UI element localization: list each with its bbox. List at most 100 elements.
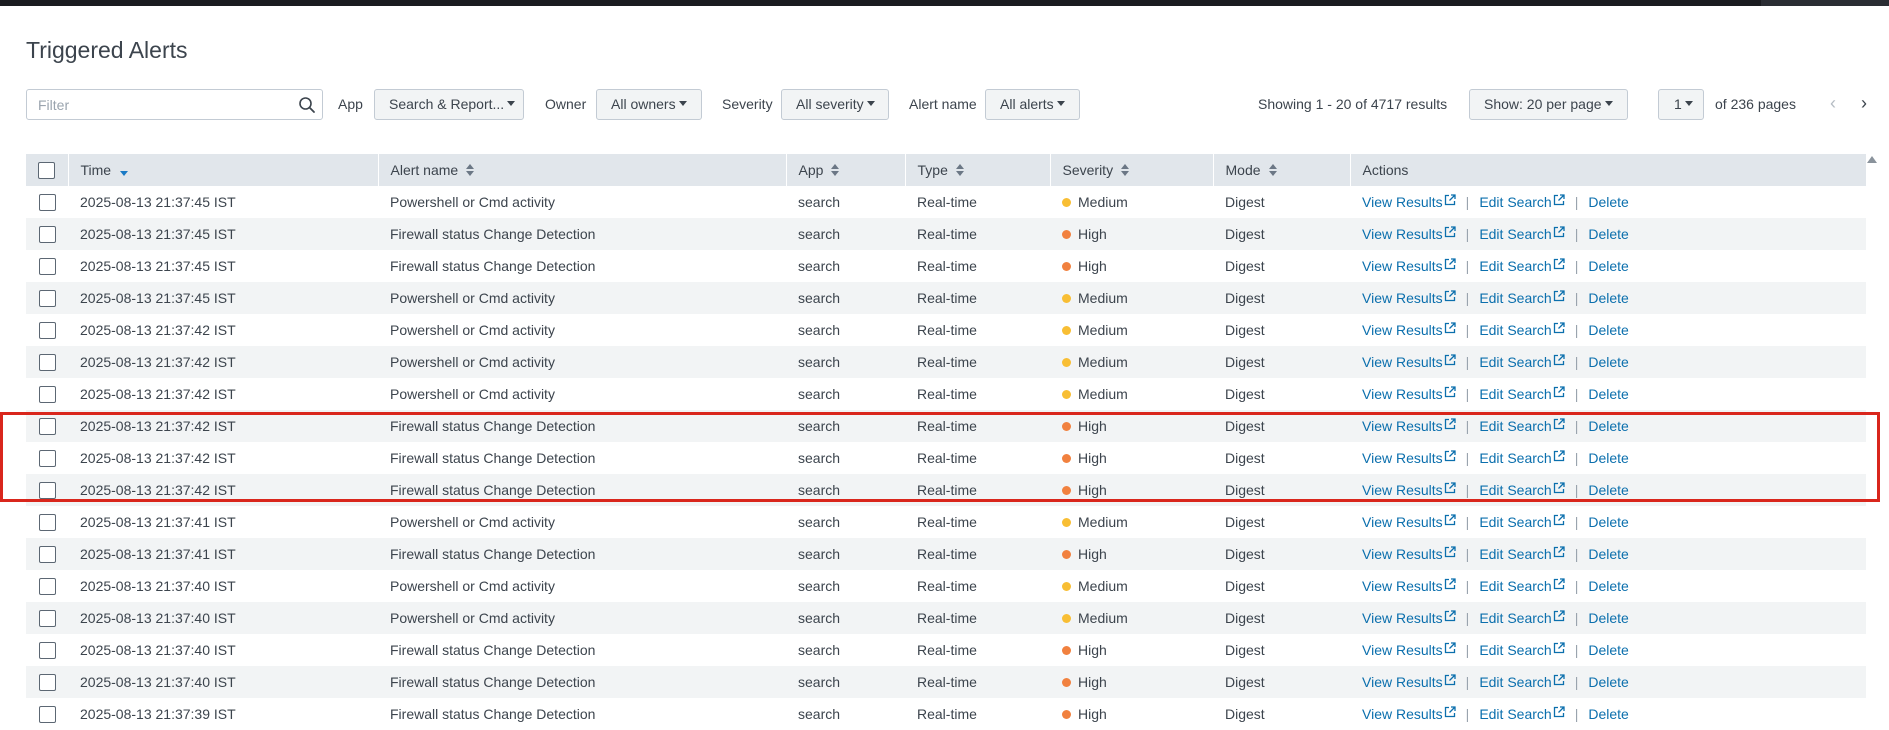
edit-search-link[interactable]: Edit Search — [1479, 450, 1565, 466]
column-header-mode[interactable]: Mode — [1213, 154, 1351, 186]
filter-input[interactable] — [27, 90, 299, 119]
delete-link[interactable]: Delete — [1588, 226, 1628, 242]
view-results-link[interactable]: View Results — [1362, 546, 1456, 562]
next-page-icon[interactable]: › — [1861, 93, 1867, 114]
action-separator: | — [1574, 258, 1579, 274]
delete-link[interactable]: Delete — [1588, 482, 1628, 498]
view-results-label: View Results — [1362, 354, 1443, 370]
select-all-checkbox[interactable] — [38, 161, 56, 179]
app-filter-dropdown[interactable]: Search & Report... — [374, 89, 524, 120]
row-checkbox[interactable] — [38, 193, 56, 211]
row-checkbox[interactable] — [38, 289, 56, 307]
delete-link[interactable]: Delete — [1588, 674, 1628, 690]
action-separator: | — [1574, 514, 1579, 530]
delete-link[interactable]: Delete — [1588, 642, 1628, 658]
action-separator: | — [1465, 322, 1470, 338]
view-results-label: View Results — [1362, 322, 1443, 338]
delete-link[interactable]: Delete — [1588, 418, 1628, 434]
row-checkbox[interactable] — [38, 449, 56, 467]
delete-link[interactable]: Delete — [1588, 258, 1628, 274]
sort-icon — [955, 164, 964, 177]
per-page-dropdown[interactable]: Show: 20 per page — [1469, 89, 1628, 120]
view-results-link[interactable]: View Results — [1362, 482, 1456, 498]
delete-link[interactable]: Delete — [1588, 194, 1628, 210]
row-checkbox[interactable] — [38, 545, 56, 563]
row-checkbox[interactable] — [38, 385, 56, 403]
actions-cell: View Results | Edit Search | Delete — [1350, 410, 1866, 442]
column-header-time[interactable]: Time — [68, 154, 379, 186]
view-results-link[interactable]: View Results — [1362, 706, 1456, 722]
edit-search-link[interactable]: Edit Search — [1479, 226, 1565, 242]
edit-search-link[interactable]: Edit Search — [1479, 290, 1565, 306]
column-header-type[interactable]: Type — [905, 154, 1051, 186]
column-header-app[interactable]: App — [786, 154, 906, 186]
edit-search-link[interactable]: Edit Search — [1479, 514, 1565, 530]
view-results-link[interactable]: View Results — [1362, 258, 1456, 274]
severity-filter-dropdown[interactable]: All severity — [781, 89, 889, 120]
edit-search-link[interactable]: Edit Search — [1479, 546, 1565, 562]
alert-name-filter-dropdown[interactable]: All alerts — [985, 89, 1080, 120]
view-results-link[interactable]: View Results — [1362, 418, 1456, 434]
view-results-link[interactable]: View Results — [1362, 578, 1456, 594]
row-checkbox[interactable] — [38, 417, 56, 435]
view-results-link[interactable]: View Results — [1362, 226, 1456, 242]
row-checkbox[interactable] — [38, 705, 56, 723]
row-checkbox[interactable] — [38, 513, 56, 531]
delete-link[interactable]: Delete — [1588, 322, 1628, 338]
edit-search-link[interactable]: Edit Search — [1479, 258, 1565, 274]
view-results-link[interactable]: View Results — [1362, 674, 1456, 690]
delete-link[interactable]: Delete — [1588, 706, 1628, 722]
delete-link[interactable]: Delete — [1588, 386, 1628, 402]
view-results-link[interactable]: View Results — [1362, 322, 1456, 338]
edit-search-link[interactable]: Edit Search — [1479, 706, 1565, 722]
view-results-link[interactable]: View Results — [1362, 450, 1456, 466]
view-results-link[interactable]: View Results — [1362, 290, 1456, 306]
column-header-alert-name[interactable]: Alert name — [378, 154, 787, 186]
edit-search-label: Edit Search — [1479, 418, 1552, 434]
edit-search-link[interactable]: Edit Search — [1479, 322, 1565, 338]
row-checkbox[interactable] — [38, 641, 56, 659]
row-checkbox[interactable] — [38, 481, 56, 499]
delete-link[interactable]: Delete — [1588, 354, 1628, 370]
severity-cell: High — [1050, 538, 1213, 570]
row-checkbox[interactable] — [38, 353, 56, 371]
edit-search-link[interactable]: Edit Search — [1479, 194, 1565, 210]
app-cell: search — [798, 354, 841, 370]
row-checkbox[interactable] — [38, 257, 56, 275]
row-checkbox[interactable] — [38, 225, 56, 243]
edit-search-link[interactable]: Edit Search — [1479, 674, 1565, 690]
previous-page-icon[interactable]: ‹ — [1830, 93, 1836, 114]
view-results-link[interactable]: View Results — [1362, 194, 1456, 210]
scroll-up-arrow-icon[interactable] — [1867, 156, 1877, 163]
delete-link[interactable]: Delete — [1588, 450, 1628, 466]
view-results-link[interactable]: View Results — [1362, 642, 1456, 658]
page-select-dropdown[interactable]: 1 — [1658, 89, 1704, 120]
external-link-icon — [1444, 706, 1456, 718]
row-checkbox[interactable] — [38, 609, 56, 627]
view-results-link[interactable]: View Results — [1362, 514, 1456, 530]
edit-search-link[interactable]: Edit Search — [1479, 386, 1565, 402]
delete-link[interactable]: Delete — [1588, 578, 1628, 594]
delete-link[interactable]: Delete — [1588, 514, 1628, 530]
edit-search-link[interactable]: Edit Search — [1479, 578, 1565, 594]
search-icon[interactable] — [298, 96, 316, 114]
row-checkbox[interactable] — [38, 577, 56, 595]
view-results-link[interactable]: View Results — [1362, 610, 1456, 626]
column-header-severity[interactable]: Severity — [1050, 154, 1214, 186]
row-checkbox[interactable] — [38, 673, 56, 691]
delete-link[interactable]: Delete — [1588, 546, 1628, 562]
external-link-icon — [1444, 514, 1456, 526]
app-cell: search — [798, 514, 841, 530]
row-checkbox[interactable] — [38, 321, 56, 339]
edit-search-link[interactable]: Edit Search — [1479, 418, 1565, 434]
edit-search-link[interactable]: Edit Search — [1479, 642, 1565, 658]
edit-search-link[interactable]: Edit Search — [1479, 354, 1565, 370]
owner-filter-dropdown[interactable]: All owners — [596, 89, 702, 120]
view-results-link[interactable]: View Results — [1362, 386, 1456, 402]
delete-link[interactable]: Delete — [1588, 610, 1628, 626]
action-separator: | — [1465, 610, 1470, 626]
delete-link[interactable]: Delete — [1588, 290, 1628, 306]
edit-search-link[interactable]: Edit Search — [1479, 610, 1565, 626]
edit-search-link[interactable]: Edit Search — [1479, 482, 1565, 498]
view-results-link[interactable]: View Results — [1362, 354, 1456, 370]
